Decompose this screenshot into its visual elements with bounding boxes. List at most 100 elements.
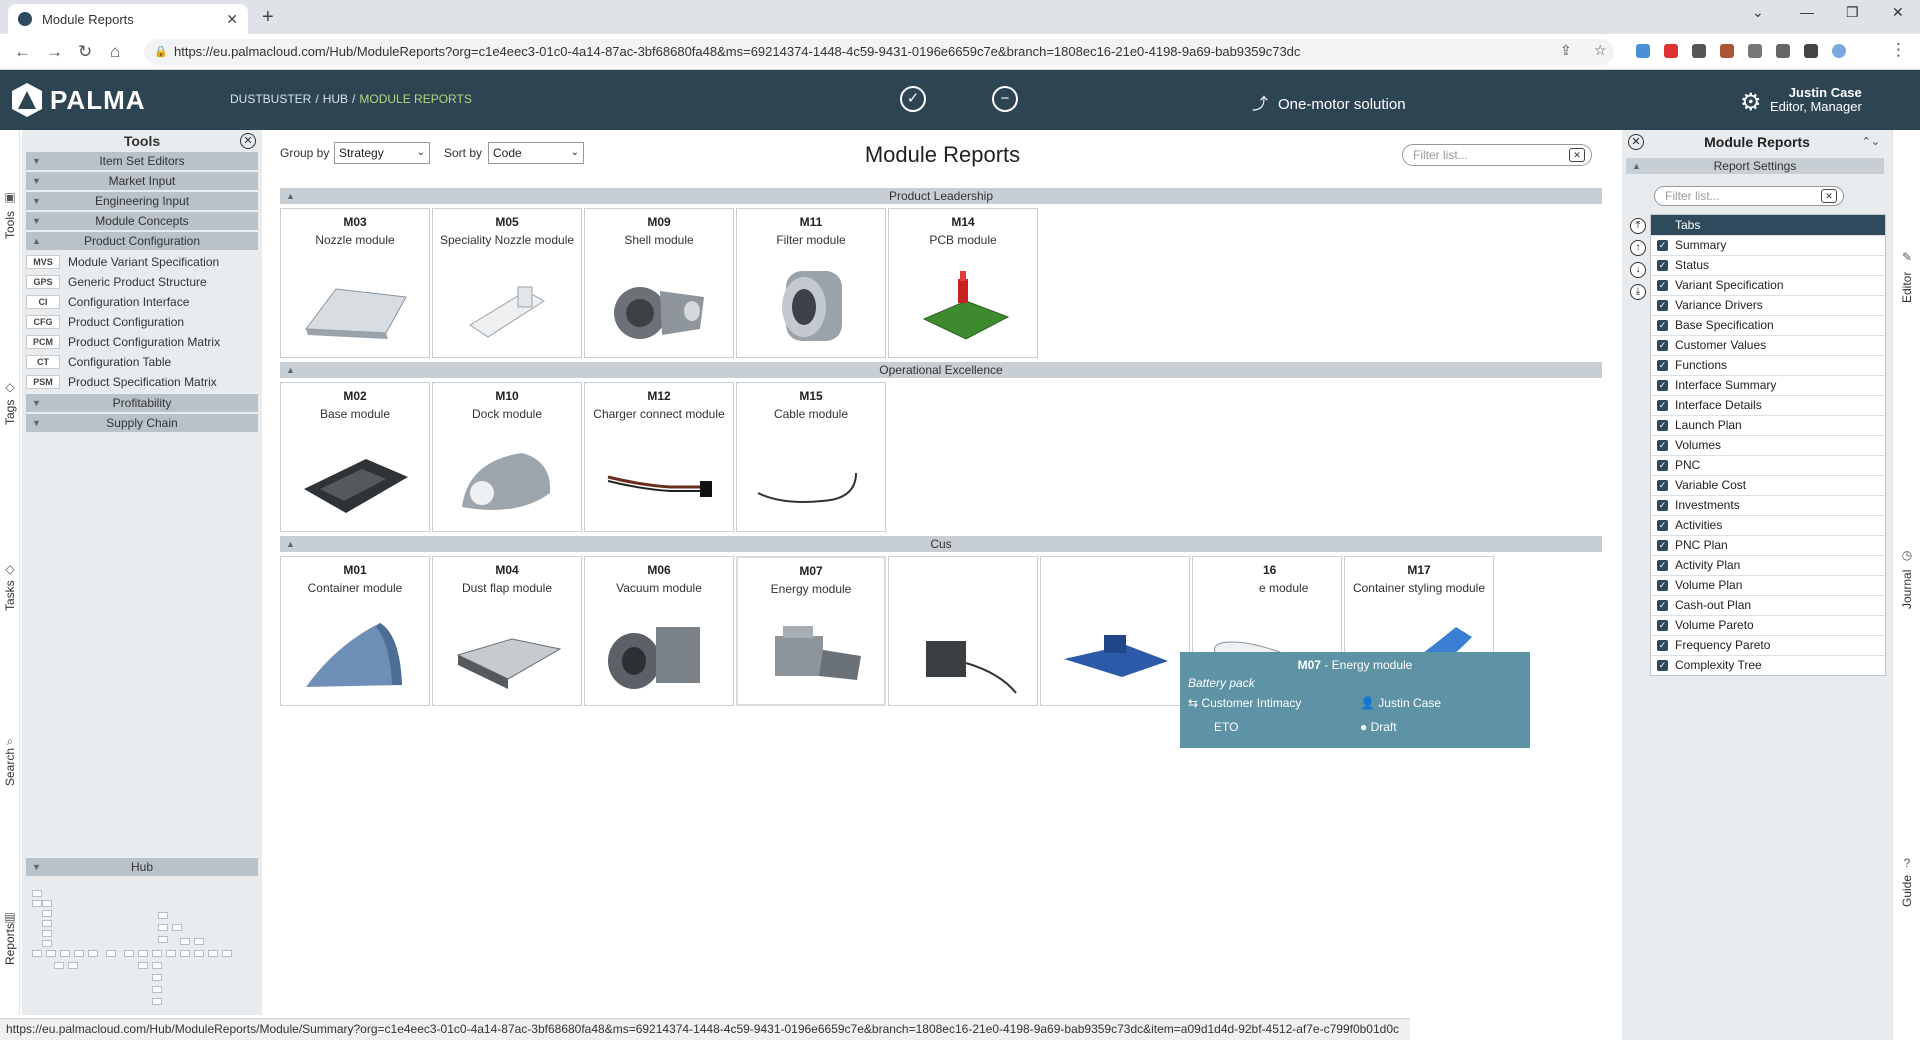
tabs-filter-input[interactable]: Filter list... ✕ — [1654, 186, 1844, 206]
checkbox-checked-icon[interactable]: ✓ — [1657, 380, 1668, 391]
rail-search[interactable]: ⌕ Search — [0, 734, 20, 786]
checkbox-checked-icon[interactable]: ✓ — [1657, 660, 1668, 671]
tab-option-row[interactable]: ✓ Customer Values — [1651, 335, 1885, 355]
module-card-m13[interactable] — [1040, 556, 1190, 706]
tab-option-row[interactable]: ✓ Interface Details — [1651, 395, 1885, 415]
close-panel-icon[interactable]: ✕ — [1628, 134, 1644, 150]
module-card-m06[interactable]: M06 Vacuum module — [584, 556, 734, 706]
module-card-m05[interactable]: M05 Speciality Nozzle module — [432, 208, 582, 358]
section-header-product-leadership[interactable]: ▲ Product Leadership — [280, 188, 1602, 204]
browser-tab[interactable]: Module Reports ✕ — [8, 4, 248, 34]
tab-search-icon[interactable]: ⌄ — [1752, 4, 1764, 21]
tool-group-product-configuration[interactable]: ▲ Product Configuration — [26, 232, 258, 250]
tab-option-row[interactable]: ✓ PNC Plan — [1651, 535, 1885, 555]
tool-item-cfg[interactable]: CFG Product Configuration — [26, 312, 258, 332]
tab-option-row[interactable]: ✓ Volume Pareto — [1651, 615, 1885, 635]
rail-editor[interactable]: ✎ Editor — [1893, 250, 1920, 303]
checkbox-checked-icon[interactable]: ✓ — [1657, 420, 1668, 431]
checkbox-checked-icon[interactable]: ✓ — [1657, 480, 1668, 491]
tab-option-row[interactable]: ✓ Variant Specification — [1651, 275, 1885, 295]
tab-option-row[interactable]: ✓ Frequency Pareto — [1651, 635, 1885, 655]
tab-option-row[interactable]: ✓ Investments — [1651, 495, 1885, 515]
rail-reports[interactable]: ▤ Reports — [0, 910, 20, 965]
forward-icon[interactable]: → — [46, 42, 63, 62]
tab-option-row[interactable]: ✓ Activity Plan — [1651, 555, 1885, 575]
tool-group-supply-chain[interactable]: ▼ Supply Chain — [26, 414, 258, 432]
tab-option-row[interactable]: ✓ Complexity Tree — [1651, 655, 1885, 675]
module-card-m15[interactable]: M15 Cable module — [736, 382, 886, 532]
back-icon[interactable]: ← — [14, 42, 31, 62]
section-header-customer-intimacy[interactable]: ▲ Cus — [280, 536, 1602, 552]
checkbox-checked-icon[interactable]: ✓ — [1657, 620, 1668, 631]
tool-group-item-set-editors[interactable]: ▼ Item Set Editors — [26, 152, 258, 170]
tab-option-row[interactable]: ✓ Volumes — [1651, 435, 1885, 455]
close-tools-icon[interactable]: ✕ — [240, 133, 256, 149]
minus-circle-icon[interactable]: − — [992, 86, 1018, 112]
breadcrumb-dustbuster[interactable]: DUSTBUSTER — [230, 92, 311, 106]
module-card-m01[interactable]: M01 Container module — [280, 556, 430, 706]
module-card-m14[interactable]: M14 PCB module — [888, 208, 1038, 358]
breadcrumb-hub[interactable]: HUB — [323, 92, 348, 106]
module-card-m09[interactable]: M09 Shell module — [584, 208, 734, 358]
menu-dots-icon[interactable]: ⋮ — [1890, 40, 1907, 60]
tab-option-row[interactable]: ✓ Summary — [1651, 235, 1885, 255]
approve-check-icon[interactable]: ✓ — [900, 86, 926, 112]
group-by-select[interactable]: Strategy ⌄ — [334, 142, 430, 164]
extension-icon[interactable] — [1748, 44, 1762, 58]
checkbox-checked-icon[interactable]: ✓ — [1657, 520, 1668, 531]
gear-icon[interactable]: ⚙ — [1740, 88, 1762, 117]
sidebar-icon[interactable] — [1804, 44, 1818, 58]
hub-section-header[interactable]: ▼ Hub — [26, 858, 258, 876]
tab-option-row[interactable]: ✓ Functions — [1651, 355, 1885, 375]
home-icon[interactable]: ⌂ — [110, 42, 120, 62]
tab-option-row[interactable]: ✓ Activities — [1651, 515, 1885, 535]
checkbox-checked-icon[interactable]: ✓ — [1657, 640, 1668, 651]
tool-item-ct[interactable]: CT Configuration Table — [26, 352, 258, 372]
solution-selector[interactable]: ⤴ One-motor solution — [1252, 90, 1406, 114]
module-card-m08[interactable] — [888, 556, 1038, 706]
close-window-icon[interactable]: ✕ — [1892, 4, 1904, 21]
tool-item-gps[interactable]: GPS Generic Product Structure — [26, 272, 258, 292]
rail-tools[interactable]: ▣ Tools — [0, 190, 20, 239]
puzzle-icon[interactable] — [1776, 44, 1790, 58]
tool-item-pcm[interactable]: PCM Product Configuration Matrix — [26, 332, 258, 352]
profile-avatar[interactable] — [1832, 44, 1846, 58]
move-bottom-icon[interactable]: ⤓ — [1630, 284, 1646, 300]
minimize-icon[interactable]: — — [1800, 4, 1814, 20]
extension-icon[interactable] — [1692, 44, 1706, 58]
clear-filter-icon[interactable]: ✕ — [1569, 148, 1585, 162]
module-card-m11[interactable]: M11 Filter module — [736, 208, 886, 358]
checkbox-checked-icon[interactable]: ✓ — [1657, 320, 1668, 331]
rail-tags[interactable]: ◇ Tags — [0, 380, 20, 425]
checkbox-checked-icon[interactable]: ✓ — [1657, 260, 1668, 271]
tab-option-row[interactable]: ✓ PNC — [1651, 455, 1885, 475]
rail-guide[interactable]: ? Guide — [1893, 856, 1920, 907]
collapse-arrows-icon[interactable]: ⌃⌄ — [1862, 130, 1880, 154]
tab-option-row[interactable]: ✓ Variance Drivers — [1651, 295, 1885, 315]
tool-group-profitability[interactable]: ▼ Profitability — [26, 394, 258, 412]
user-menu[interactable]: ⚙ Justin Case Editor, Manager — [1740, 86, 1862, 117]
checkbox-checked-icon[interactable]: ✓ — [1657, 300, 1668, 311]
report-settings-header[interactable]: ▲ Report Settings — [1626, 158, 1884, 174]
checkbox-checked-icon[interactable]: ✓ — [1657, 600, 1668, 611]
palma-logo[interactable]: PALMA — [10, 82, 146, 118]
filter-input[interactable]: Filter list... ✕ — [1402, 144, 1592, 166]
checkbox-checked-icon[interactable]: ✓ — [1657, 280, 1668, 291]
restore-icon[interactable]: ❐ — [1846, 4, 1859, 21]
section-header-operational-excellence[interactable]: ▲ Operational Excellence — [280, 362, 1602, 378]
url-field[interactable]: 🔒 https://eu.palmacloud.com/Hub/ModuleRe… — [144, 39, 1614, 65]
checkbox-checked-icon[interactable]: ✓ — [1657, 400, 1668, 411]
checkbox-checked-icon[interactable]: ✓ — [1657, 500, 1668, 511]
checkbox-checked-icon[interactable]: ✓ — [1657, 360, 1668, 371]
rail-journal[interactable]: ◷ Journal — [1893, 548, 1920, 609]
checkbox-checked-icon[interactable]: ✓ — [1657, 340, 1668, 351]
tool-group-market-input[interactable]: ▼ Market Input — [26, 172, 258, 190]
move-down-icon[interactable]: ↓ — [1630, 262, 1646, 278]
checkbox-checked-icon[interactable]: ✓ — [1657, 560, 1668, 571]
share-icon[interactable]: ⇪ — [1560, 42, 1572, 59]
module-card-m02[interactable]: M02 Base module — [280, 382, 430, 532]
close-tab-icon[interactable]: ✕ — [226, 11, 238, 28]
move-top-icon[interactable]: ⤒ — [1630, 218, 1646, 234]
checkbox-checked-icon[interactable]: ✓ — [1657, 440, 1668, 451]
hub-minimap[interactable] — [28, 890, 258, 1010]
